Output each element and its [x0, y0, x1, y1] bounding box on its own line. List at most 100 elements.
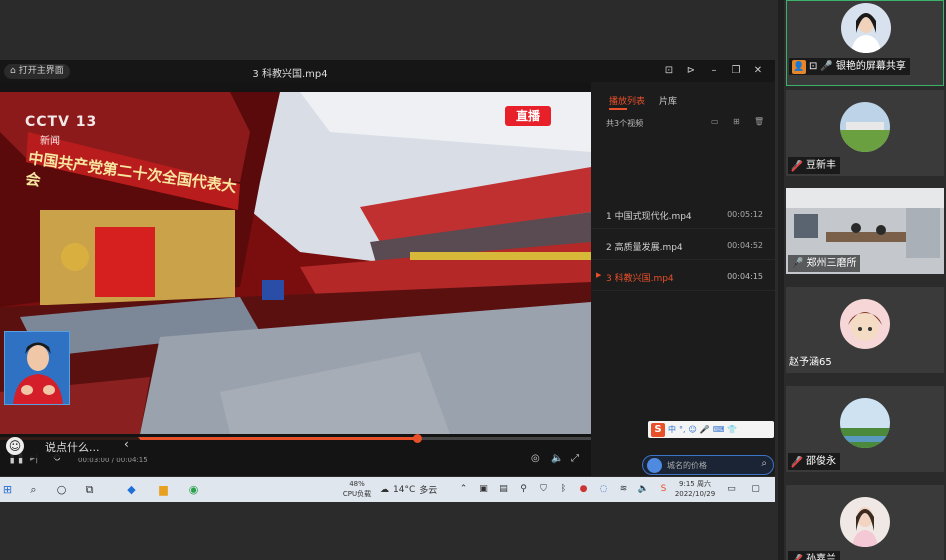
restore-icon[interactable]: ❐ [729, 64, 743, 78]
pin-icon[interactable]: ⊳ [684, 64, 698, 78]
settings-icon[interactable]: ◎ [531, 453, 540, 464]
sign-language-inset [4, 331, 70, 405]
participant-tile[interactable]: 🎤 豆新丰 [786, 90, 944, 176]
avatar [841, 3, 891, 53]
shield-icon[interactable]: ⛉ [536, 482, 551, 497]
participant-name: 邵俊永 [806, 456, 836, 467]
home-icon: ⌂ [10, 66, 16, 76]
danmaku-input[interactable]: 说点什么... [45, 439, 100, 455]
tab-underline [609, 108, 627, 110]
screenshot-icon[interactable]: ⊡ [662, 64, 676, 78]
nvidia-icon[interactable]: ▤ [496, 482, 511, 497]
windows-taskbar: ⊞ ⌕ ○ ⧉ ◆ ▆ ◉ 48% CPU负载 ☁ 14°C 多云 ⌃ ▣ ▤ … [0, 477, 775, 502]
playlist-item-name: 1 中国式现代化.mp4 [606, 212, 692, 222]
open-main-button[interactable]: ⌂ 打开主界面 [4, 64, 70, 79]
cortana-icon[interactable]: ○ [54, 482, 69, 497]
participant-label: 👤 ⊡ 🎤 银艳的屏幕共享 [789, 58, 910, 75]
shared-screen: ⌂ 打开主界面 3 科教兴国.mp4 ⊡ ⊳ – ❐ ✕ CCTV 13 新闻 … [0, 0, 778, 560]
fullscreen-icon[interactable]: ⤢ [571, 453, 579, 464]
participant-label: 赵予涵65 [786, 354, 836, 371]
ime-skin-icon[interactable]: 👕 [727, 425, 737, 434]
ime-mode-label[interactable]: 中 [668, 424, 676, 435]
weather-widget[interactable]: ☁ 14°C 多云 [380, 483, 437, 497]
volume-icon[interactable]: 🔈 [551, 453, 563, 464]
bluetooth-icon[interactable]: ᛒ [556, 482, 571, 497]
participant-label: 🎤 郑州三磨所 [788, 255, 861, 272]
playlist-item-duration: 00:04:15 [727, 272, 763, 281]
collapse-chevron-icon[interactable]: ‹ [124, 437, 129, 451]
clock-time: 9:15 周六 [679, 480, 711, 488]
player-title: 3 科教兴国.mp4 [252, 69, 328, 80]
participant-tile[interactable]: 🎤 郑州三磨所 [786, 188, 944, 274]
ime-voice-icon[interactable]: 🎤 [700, 425, 710, 434]
meeting-app-icon[interactable]: ◆ [124, 482, 139, 497]
playlist-item[interactable]: 1 中国式现代化.mp4 00:05:12 [591, 199, 775, 229]
wifi-icon[interactable]: ≋ [616, 482, 631, 497]
trash-icon[interactable]: 🗑 [754, 117, 764, 126]
cpu-percent: 48% [349, 480, 365, 488]
mic-icon: 🎤 [791, 258, 804, 269]
clock-date: 2022/10/29 [674, 490, 716, 498]
participant-tile[interactable]: 🎤 孙嘉兰 [786, 485, 944, 560]
ime-punct-label[interactable]: °, [679, 425, 686, 434]
sync-icon[interactable]: ◌ [596, 482, 611, 497]
avatar [840, 299, 890, 349]
mic-muted-icon: 🎤 [791, 554, 803, 560]
avatar-image [840, 299, 890, 349]
notification-icon[interactable]: ▭ [724, 482, 739, 497]
playlist-item-active[interactable]: ▶ 3 科教兴国.mp4 00:04:15 [591, 261, 775, 291]
channel-logo: CCTV 13 [25, 114, 98, 130]
search-widget: ⌕ [642, 455, 774, 475]
search-input[interactable] [667, 458, 751, 472]
participant-name: 豆新丰 [806, 160, 836, 171]
emoji-icon[interactable]: ☺ [6, 437, 24, 455]
live-badge: 直播 [505, 106, 551, 126]
playlist-item-name: 3 科教兴国.mp4 [606, 274, 674, 284]
weather-temp: 14°C [393, 484, 416, 495]
playing-icon: ▶ [596, 271, 602, 279]
clock[interactable]: 9:15 周六 2022/10/29 [672, 479, 718, 499]
avatar [840, 102, 890, 152]
file-explorer-icon[interactable]: ▆ [156, 482, 171, 497]
avatar-image [841, 3, 891, 53]
video-frame[interactable]: CCTV 13 新闻 中国共产党第二十次全国代表大会 直播 [0, 92, 591, 434]
search-icon[interactable]: ⌕ [761, 458, 767, 469]
add-icon[interactable]: ⊞ [733, 117, 740, 126]
antivirus-icon[interactable]: ● [576, 482, 591, 497]
folder-icon[interactable]: ▭ [711, 117, 719, 126]
playlist-item-duration: 00:05:12 [727, 210, 763, 219]
tray-network-icon[interactable]: ⚲ [516, 482, 531, 497]
video-player-window: ⌂ 打开主界面 3 科教兴国.mp4 ⊡ ⊳ – ❐ ✕ CCTV 13 新闻 … [0, 60, 775, 476]
participant-name: 银艳的屏幕共享 [835, 61, 906, 72]
open-main-label: 打开主界面 [18, 66, 64, 76]
ime-emoji-icon[interactable]: ☺ [689, 425, 697, 434]
tab-library[interactable]: 片库 [659, 94, 677, 107]
playlist-item[interactable]: 2 高质量发展.mp4 00:04:52 [591, 230, 775, 260]
sogou-ime-icon[interactable]: S [651, 422, 665, 437]
speaker-icon[interactable]: 🔈 [636, 482, 651, 497]
mic-icon: 🎤 [820, 61, 833, 72]
participant-name: 郑州三磨所 [806, 258, 857, 269]
avatar-image [840, 102, 890, 152]
participant-tile[interactable]: 👤 ⊡ 🎤 银艳的屏幕共享 [786, 0, 944, 86]
participant-tile[interactable]: 赵予涵65 [786, 287, 944, 373]
close-icon[interactable]: ✕ [751, 64, 765, 78]
ime-keyboard-icon[interactable]: ⌨ [713, 425, 725, 434]
ime-tray-icon[interactable]: S [656, 482, 671, 497]
start-icon[interactable]: ⊞ [0, 482, 15, 497]
show-desktop-icon[interactable]: ▢ [748, 482, 763, 497]
tab-playlist[interactable]: 播放列表 [609, 94, 645, 107]
search-taskbar-icon[interactable]: ⌕ [26, 482, 41, 497]
task-view-icon[interactable]: ⧉ [82, 482, 97, 497]
browser-icon[interactable]: ◉ [186, 482, 201, 497]
playlist-sidebar: 播放列表 片库 共3个视频 ▭ ⊞ 🗑 1 中国式现代化.mp4 00:05:1… [591, 82, 775, 476]
minimize-icon[interactable]: – [707, 64, 721, 78]
cloud-icon: ☁ [380, 484, 389, 495]
participant-tile[interactable]: 🎤 邵俊永 [786, 386, 944, 472]
tray-chevron-icon[interactable]: ⌃ [456, 482, 471, 497]
tray-app-icon[interactable]: ▣ [476, 482, 491, 497]
cpu-meter: 48% CPU负载 [340, 479, 374, 499]
progress-knob[interactable] [413, 434, 423, 443]
channel-sub: 新闻 [40, 136, 60, 147]
danmaku-bar[interactable]: ☺ 说点什么... ‹ [0, 434, 142, 458]
